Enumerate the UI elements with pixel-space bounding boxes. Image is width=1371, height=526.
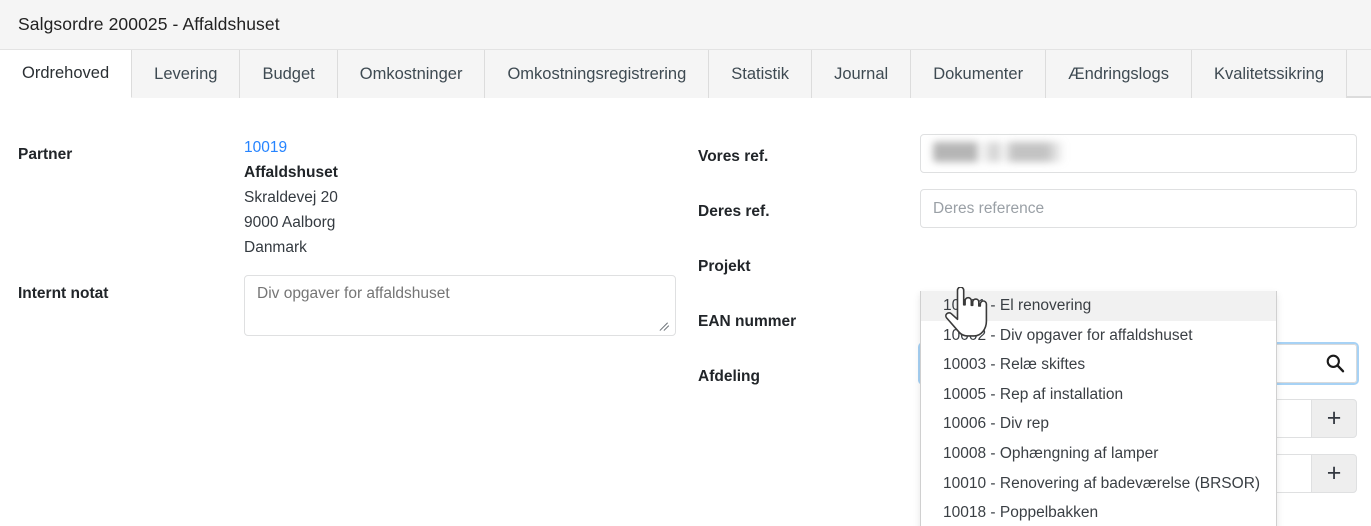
tab--ndringslogs[interactable]: Ændringslogs xyxy=(1046,50,1192,98)
ean-add-button[interactable]: + xyxy=(1311,399,1357,438)
projekt-label: Projekt xyxy=(698,258,751,276)
partner-street: Skraldevej 20 xyxy=(244,185,338,210)
tab-levering[interactable]: Levering xyxy=(132,50,240,98)
tab-bar-filler xyxy=(1347,50,1371,97)
partner-name: Affaldshuset xyxy=(244,160,338,185)
dropdown-item[interactable]: 10005 - Rep af installation xyxy=(921,380,1276,410)
tab-journal[interactable]: Journal xyxy=(812,50,911,98)
partner-number-link[interactable]: 10019 xyxy=(244,135,338,160)
tab-bar: OrdrehovedLeveringBudgetOmkostningerOmko… xyxy=(0,50,1371,98)
form-left-column: Partner 10019 Affaldshuset Skraldevej 20… xyxy=(0,98,690,526)
dropdown-item[interactable]: 10006 - Div rep xyxy=(921,409,1276,439)
vores-ref-label: Vores ref. xyxy=(698,148,768,166)
dropdown-item[interactable]: 10001 - El renovering xyxy=(921,291,1276,321)
partner-country: Danmark xyxy=(244,235,338,260)
tab-dokumenter[interactable]: Dokumenter xyxy=(911,50,1046,98)
salgsordre-window: Salgsordre 200025 - Affaldshuset Ordreho… xyxy=(0,0,1371,526)
internal-note-label: Internt notat xyxy=(18,285,108,303)
dropdown-item[interactable]: 10002 - Div opgaver for affaldshuset xyxy=(921,321,1276,351)
tab-omkostningsregistrering[interactable]: Omkostningsregistrering xyxy=(485,50,709,98)
window-title: Salgsordre 200025 - Affaldshuset xyxy=(0,14,280,35)
partner-label: Partner xyxy=(18,146,72,164)
tab-kvalitetssikring[interactable]: Kvalitetssikring xyxy=(1192,50,1347,98)
tab-ordrehoved[interactable]: Ordrehoved xyxy=(0,50,132,98)
afdeling-add-button[interactable]: + xyxy=(1311,454,1357,493)
ean-nummer-label: EAN nummer xyxy=(698,313,796,331)
dropdown-item[interactable]: 10018 - Poppelbakken xyxy=(921,498,1276,526)
afdeling-label: Afdeling xyxy=(698,368,760,386)
projekt-suggestion-dropdown[interactable]: 10001 - El renovering10002 - Div opgaver… xyxy=(920,291,1277,526)
dropdown-item[interactable]: 10003 - Relæ skiftes xyxy=(921,350,1276,380)
deres-ref-label: Deres ref. xyxy=(698,203,770,221)
internal-note-textarea[interactable] xyxy=(244,275,676,336)
tab-statistik[interactable]: Statistik xyxy=(709,50,812,98)
deres-ref-input[interactable] xyxy=(920,189,1357,228)
dropdown-item[interactable]: 10008 - Ophængning af lamper xyxy=(921,439,1276,469)
partner-city: 9000 Aalborg xyxy=(244,210,338,235)
window-header: Salgsordre 200025 - Affaldshuset xyxy=(0,0,1371,50)
vores-ref-input[interactable] xyxy=(920,134,1357,173)
dropdown-item[interactable]: 10010 - Renovering af badeværelse (BRSOR… xyxy=(921,469,1276,499)
tab-omkostninger[interactable]: Omkostninger xyxy=(338,50,486,98)
tab-budget[interactable]: Budget xyxy=(240,50,337,98)
partner-details: 10019 Affaldshuset Skraldevej 20 9000 Aa… xyxy=(244,135,338,260)
